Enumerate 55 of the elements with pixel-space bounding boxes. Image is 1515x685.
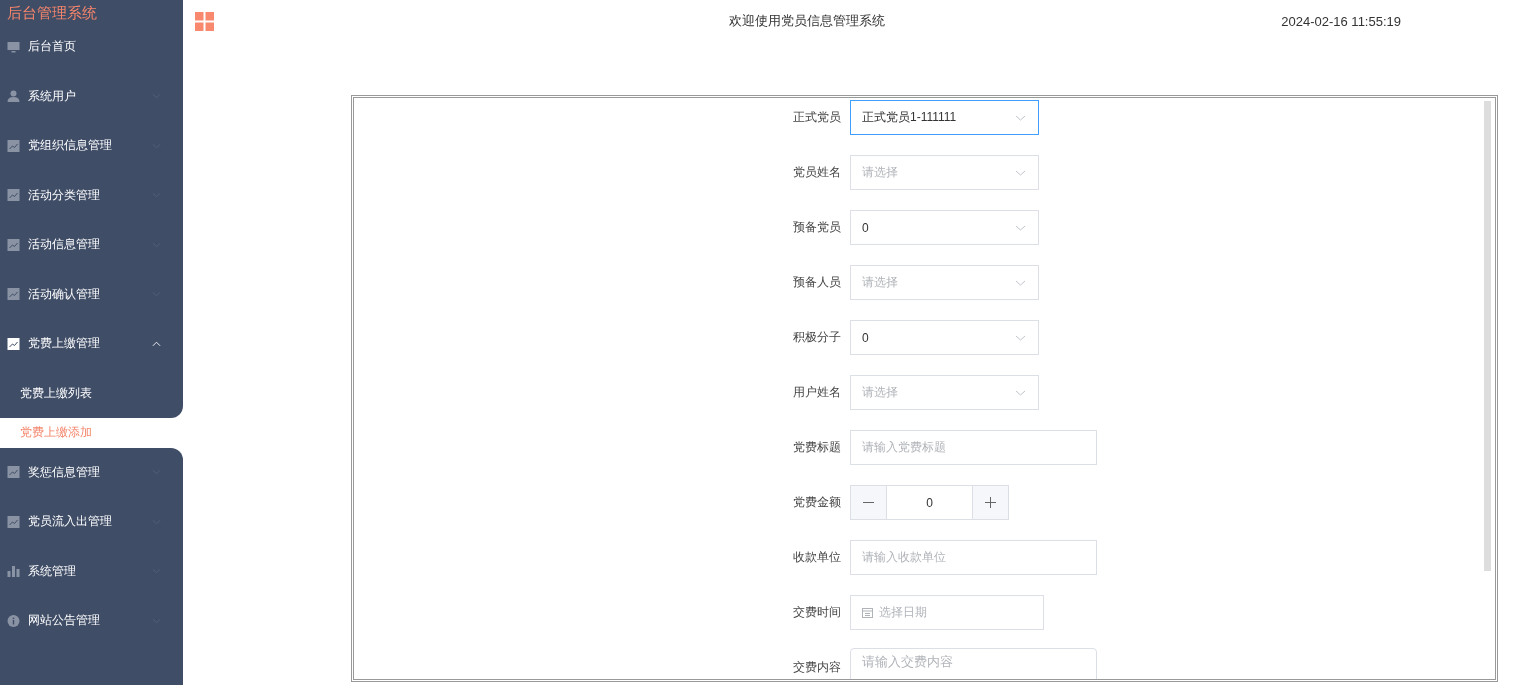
sidebar-item[interactable]: 党员流入出管理 [0,497,183,547]
select-field[interactable]: 正式党员1-111111 [850,100,1039,135]
field-label: 预备党员 [792,219,841,236]
field-label: 用户姓名 [792,384,841,401]
calendar-icon [862,607,873,618]
field-label: 积极分子 [792,329,841,346]
sidebar-item[interactable]: 后台首页 [0,22,183,72]
chevron-icon [1015,114,1026,121]
chart-icon [7,238,20,251]
field-label: 交费时间 [792,604,841,621]
datetime: 2024-02-16 11:55:19 [1281,13,1401,29]
field-label: 党费金额 [792,494,841,511]
chevron-icon [1015,279,1026,286]
increment-button[interactable] [973,486,1008,519]
chevron-icon [1015,389,1026,396]
chevron-icon [1015,224,1026,231]
minus-icon [863,502,874,503]
chevron-icon [1015,334,1026,341]
field-label: 正式党员 [792,109,841,126]
chart-icon [7,288,20,301]
sidebar-item[interactable]: 网站公告管理 [0,596,183,646]
sidebar-item[interactable]: 党费上缴管理 [0,319,183,369]
select-field[interactable]: 0 [850,320,1039,355]
monitor-icon [7,40,20,53]
chart-icon [7,189,20,202]
chart-icon [7,139,20,152]
info-icon [7,614,20,627]
field-label: 收款单位 [792,549,841,566]
plus-icon [985,497,996,508]
chart-icon [7,515,20,528]
decrement-button[interactable] [851,486,886,519]
chevron-icon [152,340,161,347]
bar-chart-icon [7,565,20,578]
chart-icon [7,466,20,479]
sidebar-item[interactable]: 活动分类管理 [0,170,183,220]
sidebar-item[interactable]: 系统用户 [0,71,183,121]
grid-icon[interactable] [195,11,214,31]
sidebar-item[interactable]: 活动确认管理 [0,269,183,319]
sidebar-item[interactable]: 活动信息管理 [0,220,183,270]
sidebar-item[interactable]: 系统管理 [0,546,183,596]
submenu-item[interactable]: 党费上缴列表 [0,368,183,418]
user-icon [7,90,20,103]
field-label: 交费内容 [792,659,841,676]
chevron-icon [1015,169,1026,176]
chart-icon [7,337,20,350]
app-title: 后台管理系统 [6,3,98,23]
field-label: 党员姓名 [792,164,841,181]
select-field[interactable]: 0 [850,210,1039,245]
field-label: 预备人员 [792,274,841,291]
scrollbar[interactable] [1484,101,1491,571]
sidebar-item[interactable]: 党组织信息管理 [0,121,183,171]
page-title: 欢迎使用党员信息管理系统 [727,12,886,30]
field-label: 党费标题 [792,439,841,456]
number-stepper[interactable]: 0 [850,485,1009,520]
sidebar-item[interactable]: 奖惩信息管理 [0,447,183,497]
